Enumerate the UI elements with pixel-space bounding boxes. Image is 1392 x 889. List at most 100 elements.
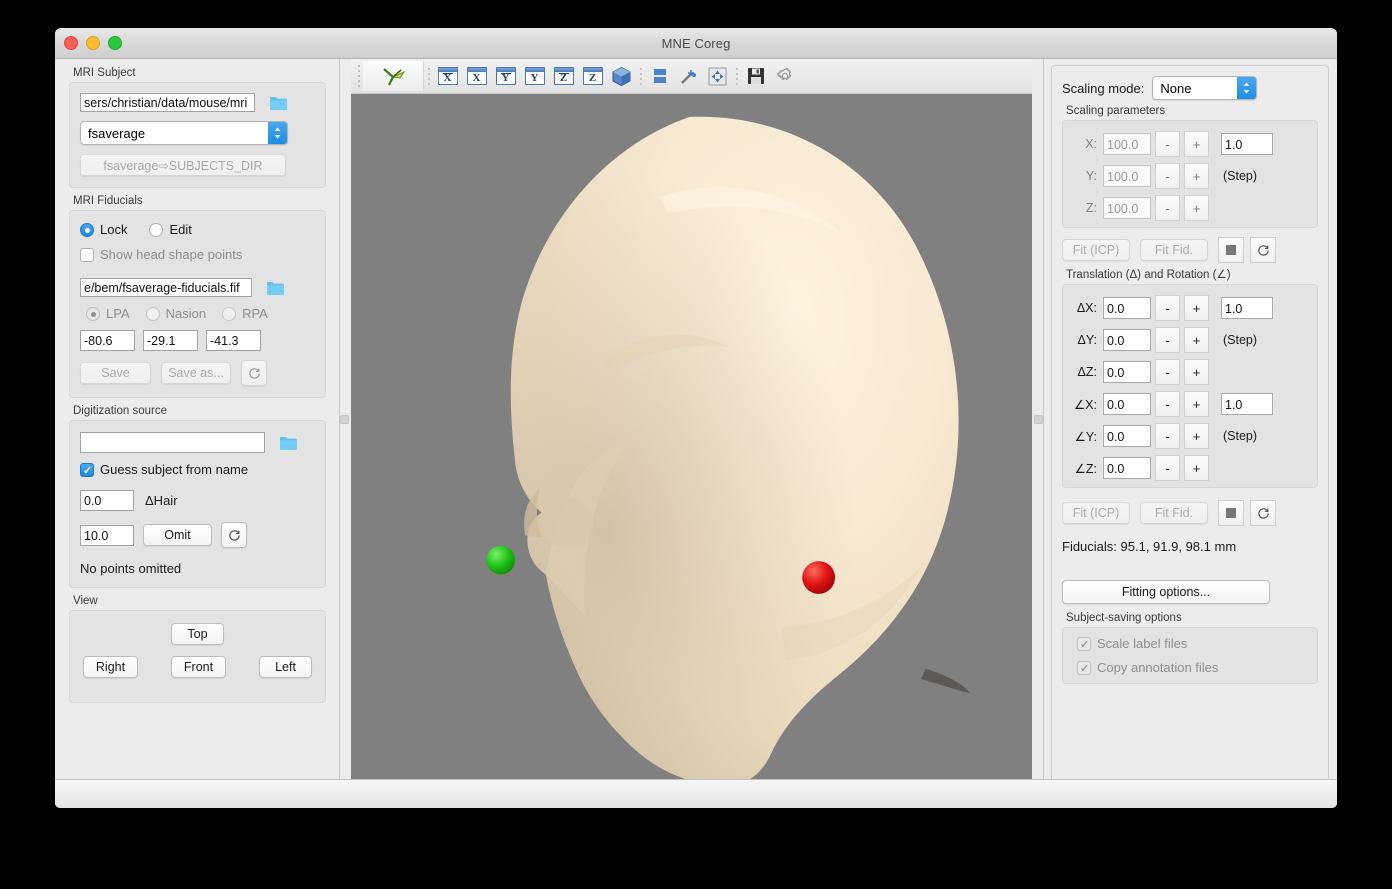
left-panel: MRI Subject sers/christian/data/mouse/mr… [55, 59, 338, 779]
reset-icon[interactable] [1250, 237, 1276, 263]
isometric-view-icon[interactable] [607, 62, 636, 90]
rz-plus-button[interactable]: + [1184, 455, 1209, 481]
view-neg-z-icon[interactable]: Z [549, 62, 578, 90]
dy-minus-button[interactable]: - [1155, 327, 1180, 353]
rx-input[interactable]: 0.0 [1103, 393, 1151, 415]
right-splitter[interactable] [1032, 59, 1045, 779]
copy-to-subjects-dir-button[interactable]: fsaverage⇨SUBJECTS_DIR [80, 154, 286, 176]
dy-plus-button[interactable]: + [1184, 327, 1209, 353]
scale-x-plus-button[interactable]: + [1184, 131, 1209, 157]
rz-input[interactable]: 0.0 [1103, 457, 1151, 479]
save-fiducials-button[interactable]: Save [80, 362, 151, 384]
view-left-button[interactable]: Left [259, 656, 312, 678]
dx-minus-button[interactable]: - [1155, 295, 1180, 321]
rx-plus-button[interactable]: + [1184, 391, 1209, 417]
save-fiducials-as-button[interactable]: Save as... [161, 362, 231, 384]
magic-wand-icon[interactable] [674, 62, 703, 90]
rz-minus-button[interactable]: - [1155, 455, 1180, 481]
dy-input[interactable]: 0.0 [1103, 329, 1151, 351]
reset-icon[interactable] [221, 522, 247, 548]
dz-input[interactable]: 0.0 [1103, 361, 1151, 383]
view-top-button[interactable]: Top [171, 623, 224, 645]
fit-icp-button-top[interactable]: Fit (ICP) [1062, 239, 1130, 261]
omit-distance-input[interactable]: 10.0 [80, 524, 134, 546]
fiducials-file-input[interactable]: e/bem/fsaverage-fiducials.fif [80, 278, 252, 297]
stop-icon[interactable] [1218, 500, 1244, 526]
splitter-handle[interactable] [1034, 414, 1043, 424]
view-title: View [73, 595, 98, 607]
translation-step-input[interactable]: 1.0 [1221, 297, 1273, 319]
fiducial-y-input[interactable]: -29.1 [143, 330, 198, 351]
chevron-updown-icon[interactable] [1237, 77, 1257, 99]
settings-gear-icon[interactable] [770, 62, 799, 90]
scale-z-plus-button[interactable]: + [1184, 195, 1209, 221]
show-head-shape-points-checkbox[interactable] [80, 247, 94, 262]
scale-y-minus-button[interactable]: - [1155, 163, 1180, 189]
lpa-radio[interactable] [86, 306, 100, 321]
folder-icon[interactable] [272, 435, 298, 451]
3d-viewport[interactable] [351, 94, 1032, 779]
scale-z-minus-button[interactable]: - [1155, 195, 1180, 221]
split-view-icon[interactable] [645, 62, 674, 90]
scale-x-input[interactable]: 100.0 [1103, 133, 1151, 155]
view-neg-y-icon[interactable]: Y [491, 62, 520, 90]
subject-saving-options-title: Subject-saving options [1066, 612, 1182, 624]
reset-icon[interactable] [241, 360, 267, 386]
scale-x-minus-button[interactable]: - [1155, 131, 1180, 157]
hair-input[interactable]: 0.0 [80, 490, 134, 511]
ry-plus-button[interactable]: + [1184, 423, 1209, 449]
mri-subject-path-input[interactable]: sers/christian/data/mouse/mri [80, 93, 255, 112]
view-pos-x-icon[interactable]: X [462, 62, 491, 90]
stop-icon[interactable] [1218, 237, 1244, 263]
view-front-button[interactable]: Front [171, 656, 226, 678]
scale-y-input[interactable]: 100.0 [1103, 165, 1151, 187]
dz-minus-button[interactable]: - [1155, 359, 1180, 385]
left-splitter[interactable] [338, 59, 351, 779]
folder-icon[interactable] [262, 95, 288, 111]
scale-z-input[interactable]: 100.0 [1103, 197, 1151, 219]
view-group: View Top Right Front Left [69, 595, 326, 703]
fiducial-x-input[interactable]: -80.6 [80, 330, 135, 351]
edit-radio[interactable] [149, 222, 164, 237]
toolbar-drag-handle[interactable] [355, 62, 363, 90]
digitization-file-input[interactable] [80, 432, 265, 453]
fullscreen-icon[interactable] [703, 62, 732, 90]
fiducial-z-input[interactable]: -41.3 [206, 330, 261, 351]
fit-icp-button-bottom[interactable]: Fit (ICP) [1062, 502, 1130, 524]
lock-radio[interactable] [80, 222, 94, 237]
head-surface-render [351, 94, 1032, 779]
dz-plus-button[interactable]: + [1184, 359, 1209, 385]
ry-minus-button[interactable]: - [1155, 423, 1180, 449]
rotation-step-input[interactable]: 1.0 [1221, 393, 1273, 415]
fit-fid-button-bottom[interactable]: Fit Fid. [1140, 502, 1208, 524]
nasion-radio[interactable] [145, 306, 160, 321]
scaling-parameters-title: Scaling parameters [1066, 105, 1166, 117]
splitter-handle[interactable] [340, 414, 349, 424]
dx-plus-button[interactable]: + [1184, 295, 1209, 321]
mri-subject-combo[interactable]: fsaverage [80, 121, 288, 145]
rpa-radio[interactable] [222, 306, 237, 321]
dx-input[interactable]: 0.0 [1103, 297, 1151, 319]
scale-y-plus-button[interactable]: + [1184, 163, 1209, 189]
fit-fid-button-top[interactable]: Fit Fid. [1140, 239, 1208, 261]
view-right-button[interactable]: Right [83, 656, 138, 678]
digitization-source-group: Digitization source ✓ Guess subject from [69, 405, 326, 588]
reset-icon[interactable] [1250, 500, 1276, 526]
omit-button[interactable]: Omit [143, 524, 212, 546]
copy-annotation-files-checkbox[interactable]: ✓ [1077, 660, 1091, 675]
chevron-updown-icon[interactable] [268, 122, 287, 144]
ry-input[interactable]: 0.0 [1103, 425, 1151, 447]
scale-step-input[interactable]: 1.0 [1221, 133, 1273, 155]
orientation-axes-icon[interactable] [363, 61, 424, 91]
view-pos-z-icon[interactable]: Z [578, 62, 607, 90]
save-icon[interactable] [741, 62, 770, 90]
folder-icon[interactable] [259, 280, 285, 296]
scaling-mode-combo[interactable]: None [1152, 76, 1258, 100]
scale-label-files-checkbox[interactable]: ✓ [1077, 636, 1091, 651]
scale-step-label: (Step) [1223, 169, 1258, 183]
rx-minus-button[interactable]: - [1155, 391, 1180, 417]
guess-subject-checkbox[interactable]: ✓ [80, 462, 94, 477]
view-neg-x-icon[interactable]: X [433, 62, 462, 90]
fitting-options-button[interactable]: Fitting options... [1062, 580, 1270, 604]
view-pos-y-icon[interactable]: Y [520, 62, 549, 90]
